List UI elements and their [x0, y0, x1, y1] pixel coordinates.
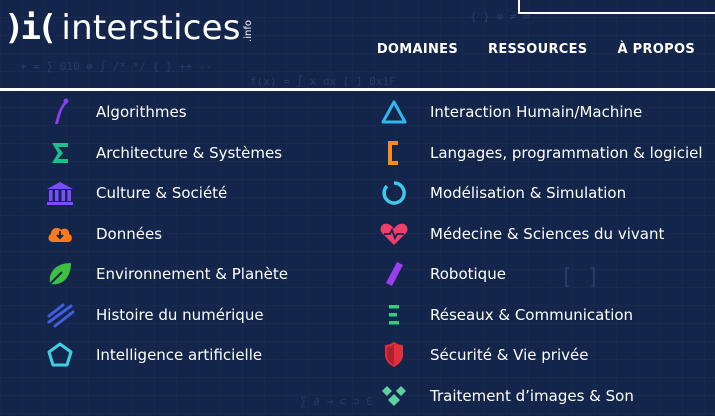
diamonds-icon	[378, 380, 410, 412]
ring-icon	[378, 177, 410, 209]
domain-link-reseaux[interactable]: Réseaux & Communication	[378, 295, 703, 336]
bar-icon	[378, 258, 410, 290]
domain-link-architecture[interactable]: Architecture & Systèmes	[44, 133, 288, 174]
domains-right-column: Interaction Humain/Machine Langages, pro…	[378, 92, 703, 416]
domain-link-culture[interactable]: Culture & Société	[44, 173, 288, 214]
site-logo[interactable]: )i( interstices .info	[4, 8, 254, 48]
domain-label: Langages, programmation & logiciel	[430, 144, 703, 162]
domain-link-images-son[interactable]: Traitement d’images & Son	[378, 376, 703, 416]
domain-link-donnees[interactable]: Données	[44, 214, 288, 255]
domain-link-modelisation[interactable]: Modélisation & Simulation	[378, 173, 703, 214]
nav-a-propos[interactable]: À PROPOS	[617, 42, 695, 57]
domain-label: Données	[96, 225, 162, 243]
logo-suffix: .info	[244, 20, 254, 42]
nav-domaines[interactable]: DOMAINES	[377, 42, 458, 57]
domains-left-column: Algorithmes Architecture & Systèmes Cult…	[44, 92, 288, 376]
nav-ressources[interactable]: RESSOURCES	[488, 42, 587, 57]
shield-icon	[378, 339, 410, 371]
domain-label: Sécurité & Vie privée	[430, 346, 588, 364]
domain-label: Réseaux & Communication	[430, 306, 633, 324]
background-decoration: ∑ ∂ → ⊂ ⊃ ∈	[300, 395, 373, 408]
domain-link-histoire[interactable]: Histoire du numérique	[44, 295, 288, 336]
algorithm-icon	[44, 96, 76, 128]
domain-label: Culture & Société	[96, 184, 227, 202]
domain-link-medecine[interactable]: Médecine & Sciences du vivant	[378, 214, 703, 255]
header-divider	[0, 88, 715, 91]
domain-link-environnement[interactable]: Environnement & Planète	[44, 254, 288, 295]
domain-link-algorithmes[interactable]: Algorithmes	[44, 92, 288, 133]
triangle-icon	[378, 96, 410, 128]
domain-link-intelligence[interactable]: Intelligence artificielle	[44, 335, 288, 376]
lines-icon	[44, 299, 76, 331]
domain-link-robotique[interactable]: Robotique	[378, 254, 703, 295]
domain-link-interaction[interactable]: Interaction Humain/Machine	[378, 92, 703, 133]
main-nav: DOMAINES RESSOURCES À PROPOS	[377, 42, 695, 57]
sigma-icon	[44, 137, 76, 169]
institution-icon	[44, 177, 76, 209]
domain-label: Histoire du numérique	[96, 306, 264, 324]
site-header: )i( interstices .info DOMAINES RESSOURCE…	[0, 0, 715, 88]
bracket-icon	[378, 137, 410, 169]
domain-link-securite[interactable]: Sécurité & Vie privée	[378, 335, 703, 376]
domain-label: Intelligence artificielle	[96, 346, 262, 364]
domain-label: Modélisation & Simulation	[430, 184, 626, 202]
logo-name: interstices	[61, 8, 240, 48]
pentagon-icon	[44, 339, 76, 371]
domain-label: Architecture & Systèmes	[96, 144, 282, 162]
domain-link-langages[interactable]: Langages, programmation & logiciel	[378, 133, 703, 174]
domain-label: Environnement & Planète	[96, 265, 288, 283]
header-top-box	[518, 0, 715, 14]
domain-label: Interaction Humain/Machine	[430, 103, 642, 121]
domain-label: Médecine & Sciences du vivant	[430, 225, 664, 243]
domain-label: Algorithmes	[96, 103, 187, 121]
domain-label: Robotique	[430, 265, 506, 283]
cloud-download-icon	[44, 218, 76, 250]
heartbeat-icon	[378, 218, 410, 250]
leaf-icon	[44, 258, 76, 290]
network-icon	[378, 299, 410, 331]
logo-mark: )i(	[4, 8, 53, 48]
domain-label: Traitement d’images & Son	[430, 387, 634, 405]
